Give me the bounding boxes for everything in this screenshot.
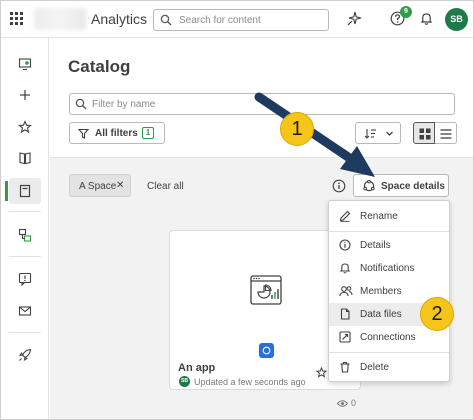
global-search-input[interactable]: Search for content — [153, 9, 329, 31]
menu-item-label: Members — [360, 286, 402, 297]
filter-placeholder: Filter by name — [92, 99, 156, 110]
space-type-badge — [259, 343, 274, 358]
menu-item-label: Delete — [360, 362, 389, 373]
callout-step-2: 2 — [420, 297, 454, 331]
file-icon — [340, 308, 350, 320]
app-launcher-icon[interactable] — [10, 12, 24, 26]
ai-assistant-icon[interactable] — [347, 11, 362, 26]
space-details-menu: Rename Details Notifications Members Dat… — [328, 200, 450, 382]
eye-icon — [336, 400, 349, 407]
members-icon — [339, 286, 353, 297]
menu-item-label: Connections — [360, 332, 416, 343]
subscriptions-mail-icon[interactable] — [13, 299, 37, 323]
space-filter-chip-label: A Space — [79, 181, 117, 192]
notifications-bell-icon[interactable] — [419, 11, 434, 26]
rail-divider — [9, 332, 41, 333]
search-icon — [160, 14, 172, 26]
alerts-icon[interactable] — [13, 267, 37, 291]
space-filter-chip[interactable]: A Space ✕ — [69, 174, 131, 197]
app-name: Analytics — [91, 11, 148, 27]
sort-icon — [364, 129, 376, 139]
menu-item-notifications[interactable]: Notifications — [329, 257, 449, 280]
catalog-icon[interactable] — [5, 178, 41, 204]
home-icon[interactable] — [13, 52, 37, 76]
menu-item-delete[interactable]: Delete — [329, 356, 449, 379]
info-icon[interactable] — [332, 179, 346, 193]
view-count-value: 0 — [351, 398, 357, 408]
menu-item-rename[interactable]: Rename — [329, 205, 449, 228]
updated-timestamp: Updated a few seconds ago — [194, 377, 306, 387]
rail-divider — [9, 211, 41, 212]
filter-by-name-input[interactable]: Filter by name — [69, 93, 455, 115]
space-icon — [363, 180, 375, 192]
trash-icon — [340, 362, 350, 373]
space-icon — [262, 346, 271, 355]
funnel-icon — [78, 128, 89, 139]
grid-view-toggle[interactable] — [413, 122, 435, 144]
info-icon — [339, 239, 351, 251]
bell-icon — [339, 263, 351, 274]
pencil-icon — [339, 210, 351, 222]
help-notification-badge: 9 — [400, 6, 412, 18]
all-filters-label: All filters — [95, 128, 138, 139]
active-filter-count: 1 — [142, 127, 154, 139]
owner-avatar: SB — [179, 376, 190, 387]
menu-item-label: Rename — [360, 211, 398, 222]
left-navigation-rail — [1, 38, 49, 419]
connections-icon — [339, 331, 351, 343]
data-integration-icon[interactable] — [13, 223, 37, 247]
app-thumbnail-icon — [250, 275, 282, 305]
app-name[interactable]: An app — [178, 362, 215, 374]
create-plus-icon[interactable] — [13, 83, 37, 107]
menu-item-details[interactable]: Details — [329, 234, 449, 257]
callout-step-1: 1 — [280, 112, 314, 146]
view-count: 0 — [336, 398, 357, 408]
all-filters-button[interactable]: All filters 1 — [69, 122, 165, 144]
company-logo — [34, 8, 86, 30]
space-details-label: Space details — [381, 181, 445, 192]
search-icon — [75, 98, 87, 110]
chevron-down-icon — [386, 131, 393, 136]
sort-button[interactable] — [355, 122, 401, 144]
launch-rocket-icon[interactable] — [13, 343, 37, 367]
list-view-icon — [440, 129, 452, 139]
space-details-button[interactable]: Space details — [353, 174, 449, 197]
favorite-star-icon[interactable] — [316, 367, 327, 378]
menu-divider — [329, 352, 449, 353]
grid-view-icon — [419, 128, 431, 140]
menu-item-label: Data files — [360, 309, 402, 320]
page-title: Catalog — [68, 57, 131, 76]
list-view-toggle[interactable] — [435, 122, 457, 144]
search-placeholder: Search for content — [179, 15, 261, 26]
app-window: Analytics Search for content 9 SB Catalo… — [0, 0, 474, 420]
menu-item-label: Details — [360, 240, 391, 251]
collections-book-icon[interactable] — [13, 146, 37, 170]
top-bar: Analytics Search for content 9 SB — [1, 1, 473, 38]
menu-item-label: Notifications — [360, 263, 415, 274]
clear-all-button[interactable]: Clear all — [147, 181, 184, 192]
rail-divider — [9, 256, 41, 257]
remove-filter-icon[interactable]: ✕ — [116, 180, 124, 191]
favorites-star-icon[interactable] — [13, 115, 37, 139]
user-avatar[interactable]: SB — [445, 8, 468, 31]
menu-divider — [329, 231, 449, 232]
